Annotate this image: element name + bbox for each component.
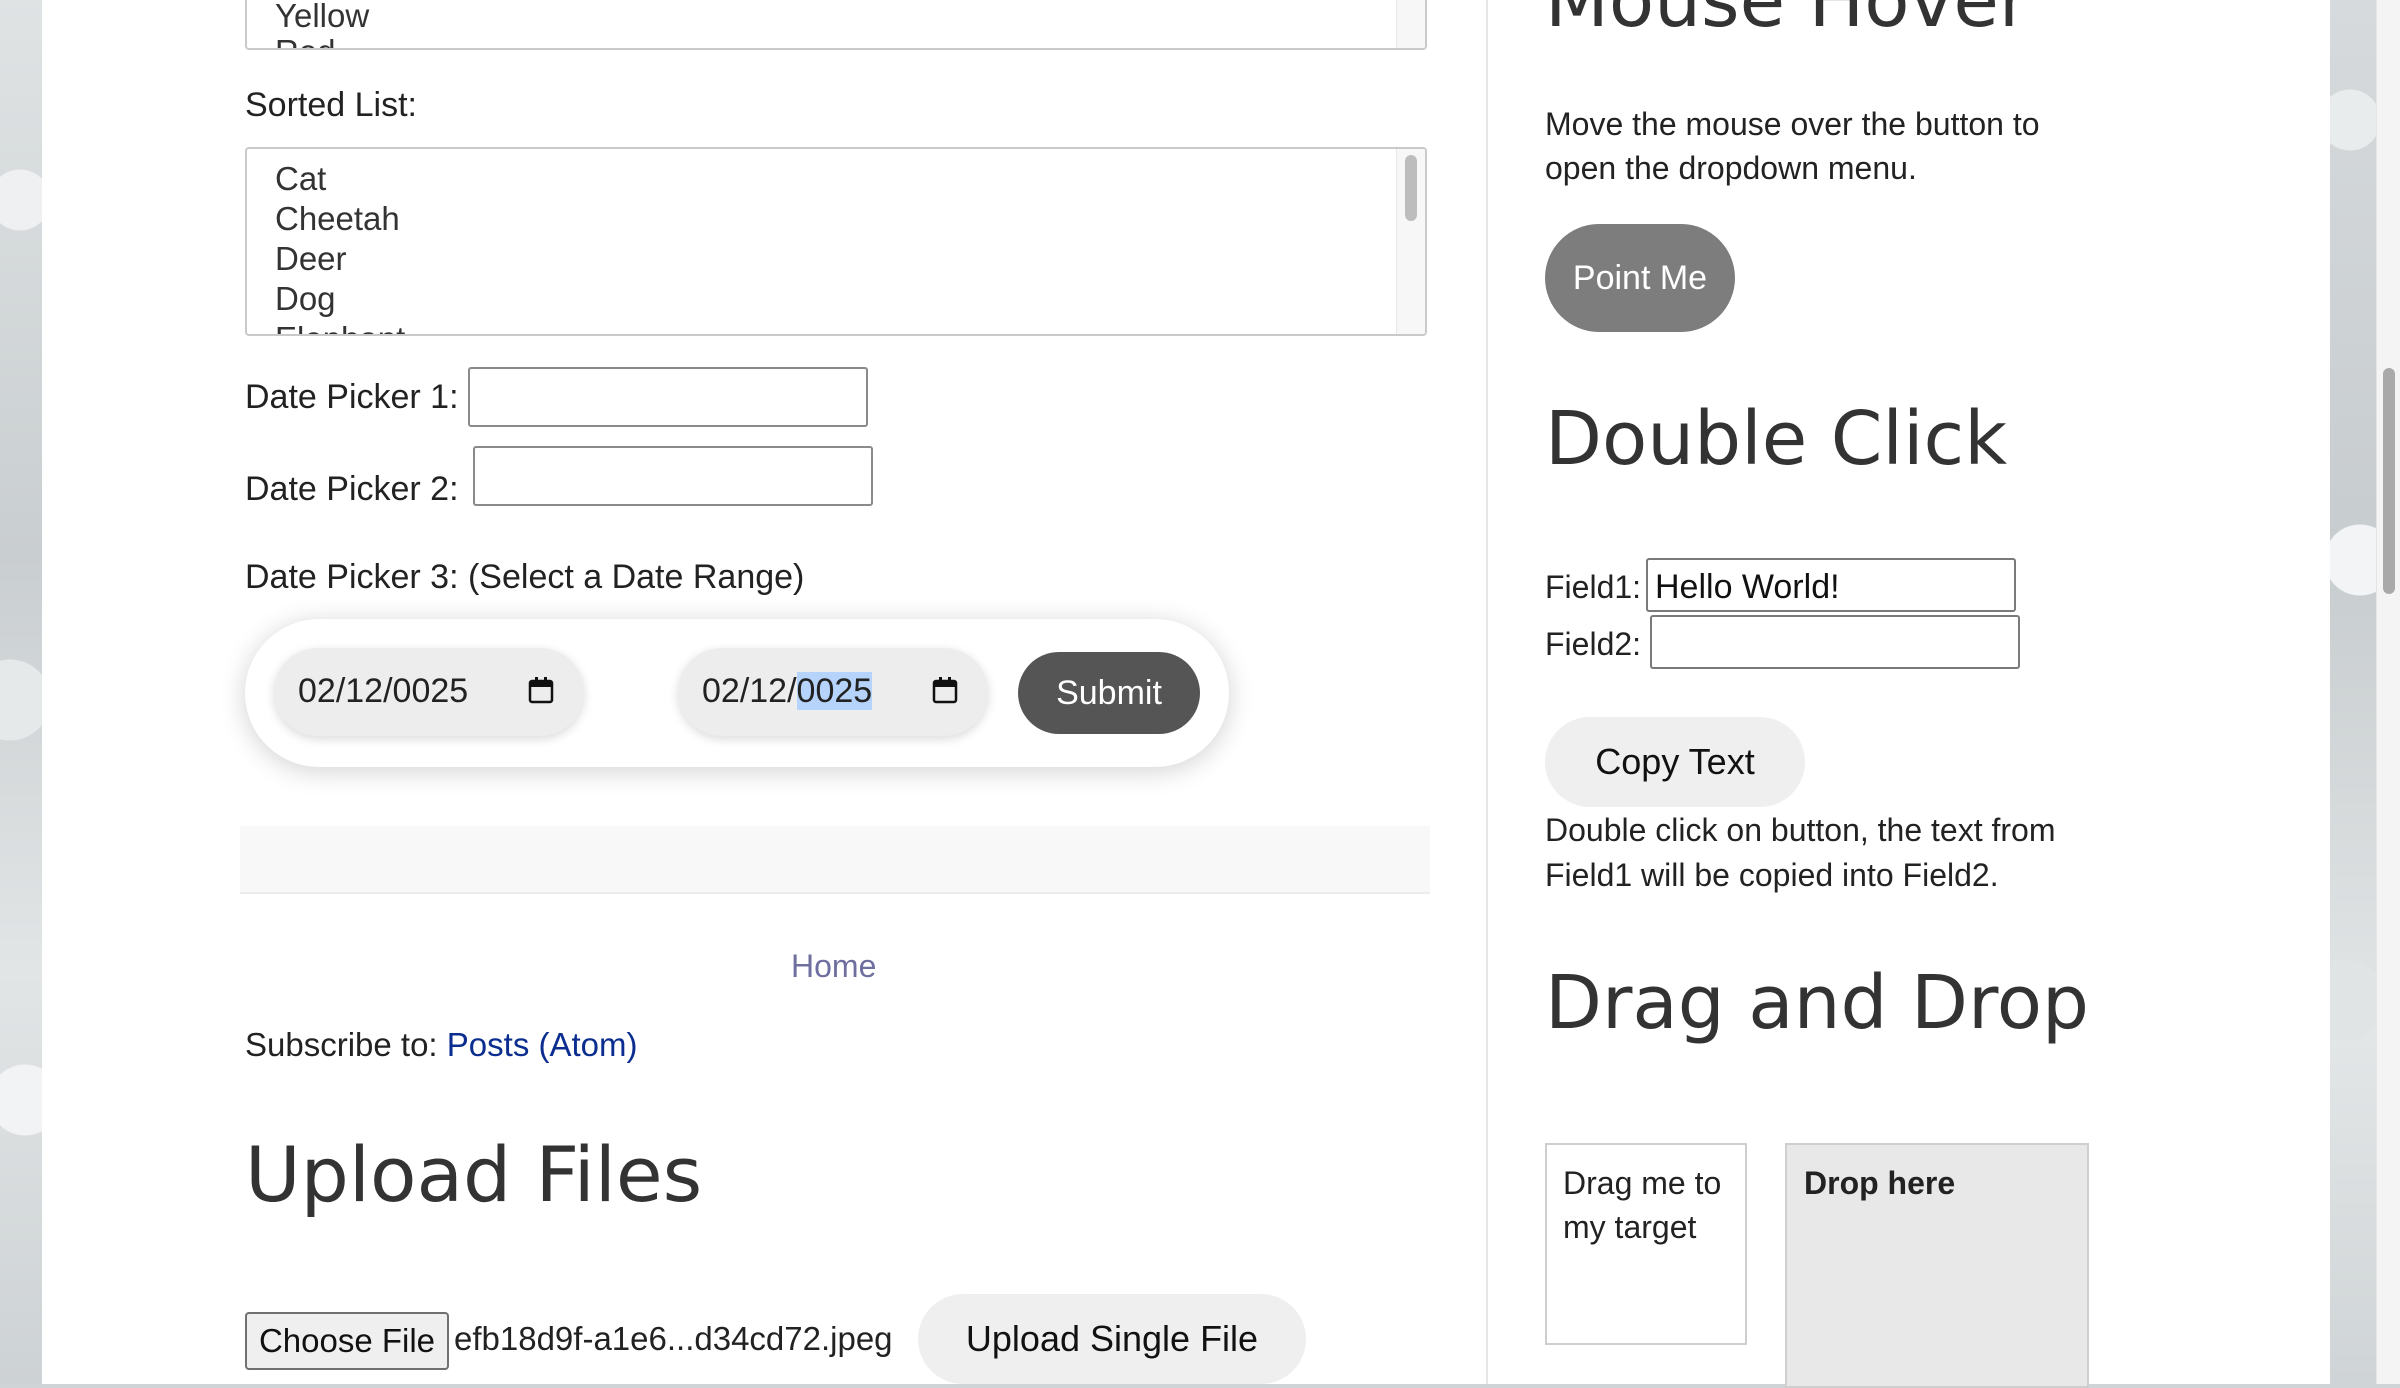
start-date-value: 02/12/0025 bbox=[298, 672, 469, 710]
date-picker-2-input[interactable] bbox=[473, 446, 873, 506]
selected-file-name: efb18d9f-a1e6...d34cd72.jpeg bbox=[454, 1320, 893, 1357]
calendar-icon[interactable] bbox=[528, 676, 554, 704]
end-date-prefix: 02/12/ bbox=[702, 672, 797, 710]
list-item[interactable]: Elephant bbox=[247, 319, 1425, 334]
sorted-listbox[interactable]: Cat Cheetah Deer Dog Elephant bbox=[245, 147, 1427, 336]
end-date-value: 02/12/0025 bbox=[702, 672, 873, 711]
colors-listbox[interactable]: Yellow Red bbox=[245, 0, 1427, 50]
subscribe-text: Subscribe to: Posts (Atom) bbox=[245, 1026, 637, 1064]
upload-single-file-button[interactable]: Upload Single File bbox=[918, 1294, 1306, 1384]
footer-band bbox=[240, 826, 1430, 894]
list-item[interactable]: Deer bbox=[247, 239, 1425, 279]
double-click-description-line-2: Field1 will be copied into Field2. bbox=[1545, 857, 1999, 893]
list-item[interactable]: Cheetah bbox=[247, 199, 1425, 239]
date-picker-3-label: Date Picker 3: (Select a Date Range) bbox=[245, 558, 805, 596]
submit-button[interactable]: Submit bbox=[1018, 652, 1200, 734]
end-date-year-selected: 0025 bbox=[796, 672, 873, 710]
list-item[interactable]: Yellow bbox=[247, 0, 1425, 36]
list-item[interactable]: Red bbox=[247, 32, 1425, 48]
mouse-hover-description-line-1: Move the mouse over the button to bbox=[1545, 106, 2040, 142]
date-picker-1-label: Date Picker 1: bbox=[245, 378, 459, 416]
background-right bbox=[2330, 0, 2376, 1384]
date-picker-2-label: Date Picker 2: bbox=[245, 470, 459, 508]
date-picker-1-input[interactable] bbox=[468, 367, 868, 427]
field2-label: Field2: bbox=[1545, 626, 1642, 662]
draggable-box[interactable]: Drag me to my target bbox=[1545, 1143, 1747, 1345]
mouse-hover-heading: Mouse Hover bbox=[1545, 0, 2030, 44]
choose-file-button[interactable]: Choose File bbox=[245, 1312, 449, 1370]
double-click-description-line-1: Double click on button, the text from bbox=[1545, 812, 2056, 848]
copy-text-button[interactable]: Copy Text bbox=[1545, 717, 1805, 807]
field1-label: Field1: bbox=[1545, 569, 1642, 605]
drag-text-line-1: Drag me to bbox=[1563, 1165, 1722, 1201]
drag-and-drop-heading: Drag and Drop bbox=[1545, 960, 2090, 1046]
subscribe-prefix: Subscribe to: bbox=[245, 1026, 447, 1063]
scrollbar-thumb[interactable] bbox=[2383, 368, 2395, 594]
page-scrollbar[interactable] bbox=[2376, 0, 2400, 1384]
column-divider bbox=[1486, 0, 1488, 1384]
field1-input[interactable]: Hello World! bbox=[1646, 558, 2016, 612]
background-left bbox=[0, 0, 42, 1384]
listbox-scrollbar[interactable] bbox=[1396, 149, 1425, 334]
home-link[interactable]: Home bbox=[791, 948, 876, 985]
sorted-list-label: Sorted List: bbox=[245, 86, 417, 124]
upload-files-heading: Upload Files bbox=[245, 1130, 703, 1219]
drag-text-line-2: my target bbox=[1563, 1209, 1697, 1245]
list-item[interactable]: Cat bbox=[247, 159, 1425, 199]
start-date-input[interactable]: 02/12/0025 bbox=[274, 648, 584, 736]
mouse-hover-description-line-2: open the dropdown menu. bbox=[1545, 150, 1917, 186]
drop-here-label: Drop here bbox=[1804, 1165, 1956, 1201]
list-item[interactable]: Dog bbox=[247, 279, 1425, 319]
field2-input[interactable] bbox=[1650, 615, 2020, 669]
posts-atom-link[interactable]: Posts (Atom) bbox=[447, 1026, 638, 1063]
listbox-scrollbar[interactable] bbox=[1396, 0, 1425, 48]
double-click-heading: Double Click bbox=[1545, 396, 2008, 482]
listbox-scrollbar-thumb[interactable] bbox=[1405, 155, 1417, 221]
end-date-input[interactable]: 02/12/0025 bbox=[678, 648, 988, 736]
drop-target[interactable]: Drop here bbox=[1785, 1143, 2089, 1388]
calendar-icon[interactable] bbox=[932, 676, 958, 704]
point-me-button[interactable]: Point Me bbox=[1545, 224, 1735, 332]
